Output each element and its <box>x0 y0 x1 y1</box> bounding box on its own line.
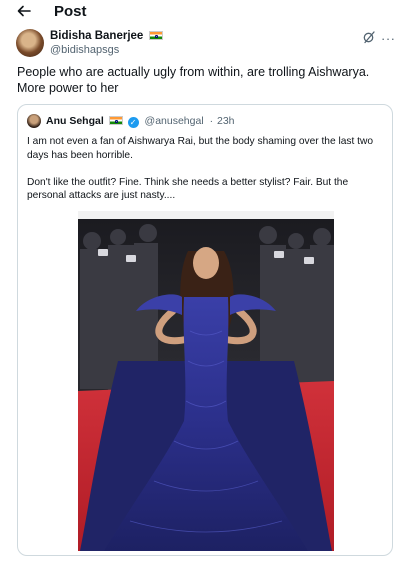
top-bar: Post <box>0 0 408 26</box>
quoted-author[interactable]: Anu Sehgal ✓ @anusehgal · 23h <box>46 115 235 128</box>
more-icon[interactable]: ··· <box>381 31 396 46</box>
quoted-paragraph-1: I am not even a fan of Aishwarya Rai, bu… <box>27 136 374 161</box>
verified-badge-icon: ✓ <box>127 117 139 128</box>
india-flag-icon <box>108 116 123 125</box>
page-title: Post <box>54 3 87 20</box>
india-flag-icon <box>148 31 163 40</box>
quoted-avatar[interactable] <box>27 114 41 128</box>
tweet-text: People who are actually ugly from within… <box>17 65 370 95</box>
author-name[interactable]: Bidisha Banerjee <box>50 30 163 42</box>
arrow-left-icon[interactable] <box>16 3 32 19</box>
quoted-paragraph-2: Don't like the outfit? Fine. Think she n… <box>27 176 349 202</box>
quoted-text: I am not even a fan of Aishwarya Rai, bu… <box>27 135 387 216</box>
author-name-text[interactable]: Bidisha Banerjee <box>50 30 143 42</box>
red-carpet-photo[interactable] <box>78 211 334 551</box>
avatar[interactable] <box>16 29 44 57</box>
quoted-author-name[interactable]: Anu Sehgal <box>46 115 104 127</box>
quoted-tweet[interactable]: Anu Sehgal ✓ @anusehgal · 23h I am not e… <box>17 104 393 556</box>
author-handle[interactable]: @bidishapsgs <box>50 44 119 56</box>
grok-icon[interactable] <box>362 30 376 44</box>
quoted-author-handle: @anusehgal <box>144 115 204 127</box>
dot-separator: · <box>209 115 214 127</box>
quoted-time: 23h <box>217 115 235 127</box>
